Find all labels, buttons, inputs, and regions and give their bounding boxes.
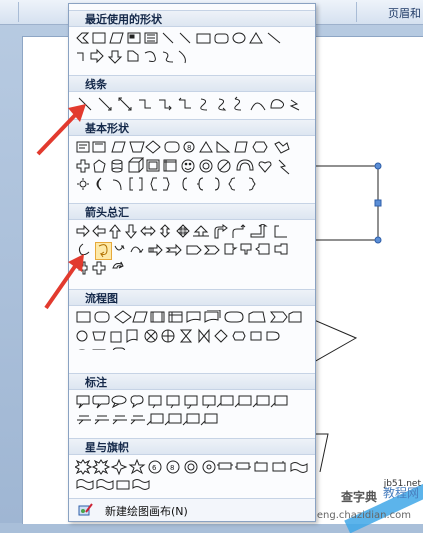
basic-shapes-icons[interactable]: 8 xyxy=(75,140,311,200)
ribbon-tab-header[interactable]: 页眉和 xyxy=(388,5,421,21)
annotation-arrow-lines xyxy=(36,104,86,156)
svg-text:6: 6 xyxy=(152,464,157,472)
flowchart-icons[interactable] xyxy=(75,310,311,350)
bracket-shape[interactable] xyxy=(314,160,386,246)
svg-text:8: 8 xyxy=(170,464,174,472)
section-stars-banners: 星与旗帜 xyxy=(69,438,315,455)
line-shape[interactable] xyxy=(314,432,344,472)
section-recent-shapes: 最近使用的形状 xyxy=(69,10,315,27)
recent-shapes-icons[interactable] xyxy=(75,31,311,71)
section-lines: 线条 xyxy=(69,75,315,92)
line-shapes-icons[interactable] xyxy=(75,96,311,112)
annotation-arrow-block-arrows xyxy=(44,254,84,310)
watermark-site: jb51.net xyxy=(383,479,421,489)
ribbon-separator xyxy=(18,2,19,22)
new-drawing-canvas-item[interactable]: 新建绘图画布(N) xyxy=(69,498,315,521)
shapes-gallery-menu[interactable]: 最近使用的形状 线条 基本形状 8 箭头总汇 流程图 标注 星与旗帜 6 8 新… xyxy=(68,3,316,522)
svg-text:8: 8 xyxy=(187,144,191,152)
section-callouts: 标注 xyxy=(69,373,315,390)
drawing-canvas-icon xyxy=(78,503,93,516)
callouts-icons[interactable] xyxy=(75,394,311,434)
section-block-arrows: 箭头总汇 xyxy=(69,203,315,220)
ribbon-separator xyxy=(356,2,357,22)
stars-banners-icons[interactable]: 6 8 xyxy=(75,459,311,499)
block-arrows-icons[interactable] xyxy=(75,224,311,284)
new-drawing-canvas-label: 新建绘图画布(N) xyxy=(105,505,188,518)
section-flowchart: 流程图 xyxy=(69,289,315,306)
section-basic-shapes: 基本形状 xyxy=(69,119,315,136)
triangle-shape[interactable] xyxy=(314,318,358,364)
watermark-text-1: 查字典 xyxy=(340,490,377,504)
